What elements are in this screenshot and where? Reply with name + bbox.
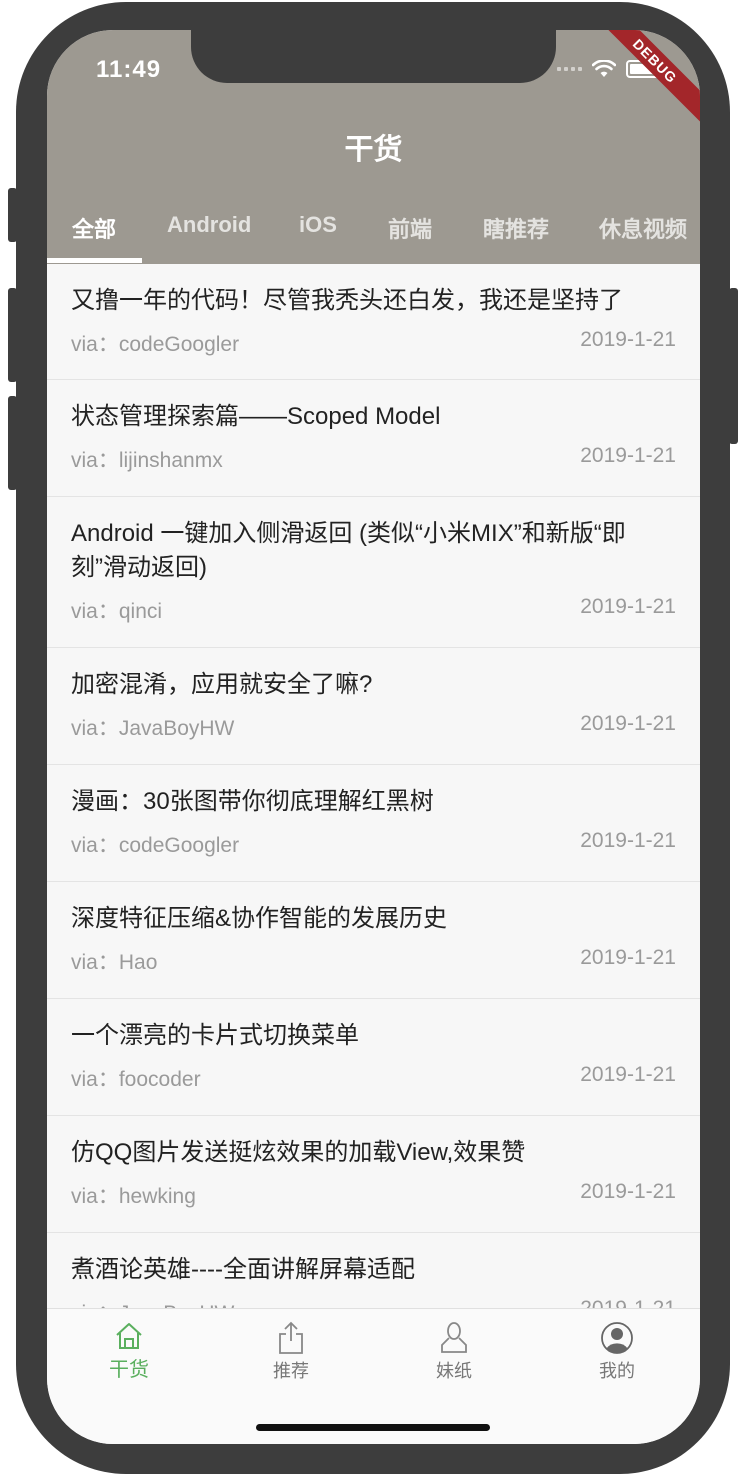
person-outline-icon <box>441 1322 467 1353</box>
notch <box>191 30 556 83</box>
page-title: 干货 <box>344 134 403 166</box>
article-date: 2019-1-21 <box>580 946 676 969</box>
article-via: via：JavaBoyHW <box>71 717 235 740</box>
list-item[interactable]: 状态管理探索篇——Scoped Model via：lijinshanmx 201… <box>47 380 700 497</box>
article-title: 状态管理探索篇——Scoped Model <box>71 403 441 430</box>
tab-indicator <box>47 258 142 263</box>
mute-switch <box>8 188 17 242</box>
status-time: 11:49 <box>96 56 162 83</box>
share-icon <box>279 1321 303 1354</box>
volume-down-button <box>8 396 17 490</box>
list-item[interactable]: 仿QQ图片发送挺炫效果的加载View,效果赞 via：hewking 2019-1… <box>47 1116 700 1233</box>
tabbar-item-recommend[interactable]: 推荐 <box>231 1321 351 1383</box>
home-indicator[interactable] <box>256 1424 490 1431</box>
article-title: 煮酒论英雄----全面讲解屏幕适配 <box>71 1256 415 1283</box>
article-date: 2019-1-21 <box>580 829 676 852</box>
tab-frontend[interactable]: 前端 <box>388 212 432 244</box>
article-title: 一个漂亮的卡片式切换菜单 <box>71 1022 359 1049</box>
article-via: via：codeGoogler <box>71 834 240 857</box>
tab-ios[interactable]: iOS <box>299 212 337 238</box>
article-title: 又撸一年的代码！尽管我秃头还白发，我还是坚持了 <box>71 287 623 314</box>
phone-screen: 11:49 DEBUG 干货 全部 Android iOS 前端 瞎推荐 休息视… <box>47 30 700 1444</box>
article-list: 又撸一年的代码！尽管我秃头还白发，我还是坚持了 via：codeGoogler 2… <box>47 264 700 1350</box>
tabbar-item-mine[interactable]: 我的 <box>557 1321 677 1383</box>
signal-icon <box>557 67 582 71</box>
list-item[interactable]: Android 一键加入侧滑返回 (类似“小米MIX”和新版“即刻”滑动返回) … <box>47 497 700 648</box>
tabbar-label: 干货 <box>109 1359 149 1381</box>
home-icon <box>116 1323 142 1349</box>
article-via: via：qinci <box>71 600 163 623</box>
tabbar-label: 我的 <box>599 1361 635 1381</box>
article-via: via：hewking <box>71 1185 196 1208</box>
article-date: 2019-1-21 <box>580 595 676 618</box>
tabbar-item-home[interactable]: 干货 <box>69 1321 189 1382</box>
volume-up-button <box>8 288 17 382</box>
tab-recommend[interactable]: 瞎推荐 <box>483 212 549 244</box>
list-item[interactable]: 漫画：30张图带你彻底理解红黑树 via：codeGoogler 2019-1-2… <box>47 765 700 882</box>
tabbar-label: 推荐 <box>273 1361 309 1381</box>
tab-android[interactable]: Android <box>167 212 251 238</box>
wifi-icon <box>592 60 616 77</box>
article-via: via：lijinshanmx <box>71 449 223 472</box>
article-date: 2019-1-21 <box>580 1063 676 1086</box>
article-date: 2019-1-21 <box>580 444 676 467</box>
article-date: 2019-1-21 <box>580 328 676 351</box>
tabbar-label: 妹纸 <box>436 1361 472 1381</box>
article-title: Android 一键加入侧滑返回 (类似“小米MIX”和新版“即刻”滑动返回) <box>71 520 626 581</box>
tabbar-item-girls[interactable]: 妹纸 <box>394 1321 514 1383</box>
article-title: 漫画：30张图带你彻底理解红黑树 <box>71 788 434 815</box>
tab-all[interactable]: 全部 <box>72 212 116 244</box>
article-date: 2019-1-21 <box>580 712 676 735</box>
article-date: 2019-1-21 <box>580 1180 676 1203</box>
category-tabs: 全部 Android iOS 前端 瞎推荐 休息视频 <box>47 206 700 264</box>
article-title: 仿QQ图片发送挺炫效果的加载View,效果赞 <box>71 1139 526 1166</box>
tab-rest-video[interactable]: 休息视频 <box>599 212 687 244</box>
list-item[interactable]: 一个漂亮的卡片式切换菜单 via：foocoder 2019-1-21 <box>47 999 700 1116</box>
list-item[interactable]: 加密混淆，应用就安全了嘛? via：JavaBoyHW 2019-1-21 <box>47 648 700 765</box>
article-via: via：Hao <box>71 951 158 974</box>
article-title: 深度特征压缩&协作智能的发展历史 <box>71 905 448 932</box>
power-button <box>729 288 738 444</box>
article-title: 加密混淆，应用就安全了嘛? <box>71 671 373 698</box>
list-item[interactable]: 又撸一年的代码！尽管我秃头还白发，我还是坚持了 via：codeGoogler 2… <box>47 264 700 380</box>
article-via: via：foocoder <box>71 1068 201 1091</box>
debug-banner: DEBUG <box>587 30 700 129</box>
profile-icon <box>601 1322 633 1354</box>
article-via: via：codeGoogler <box>71 333 240 356</box>
list-item[interactable]: 深度特征压缩&协作智能的发展历史 via：Hao 2019-1-21 <box>47 882 700 999</box>
